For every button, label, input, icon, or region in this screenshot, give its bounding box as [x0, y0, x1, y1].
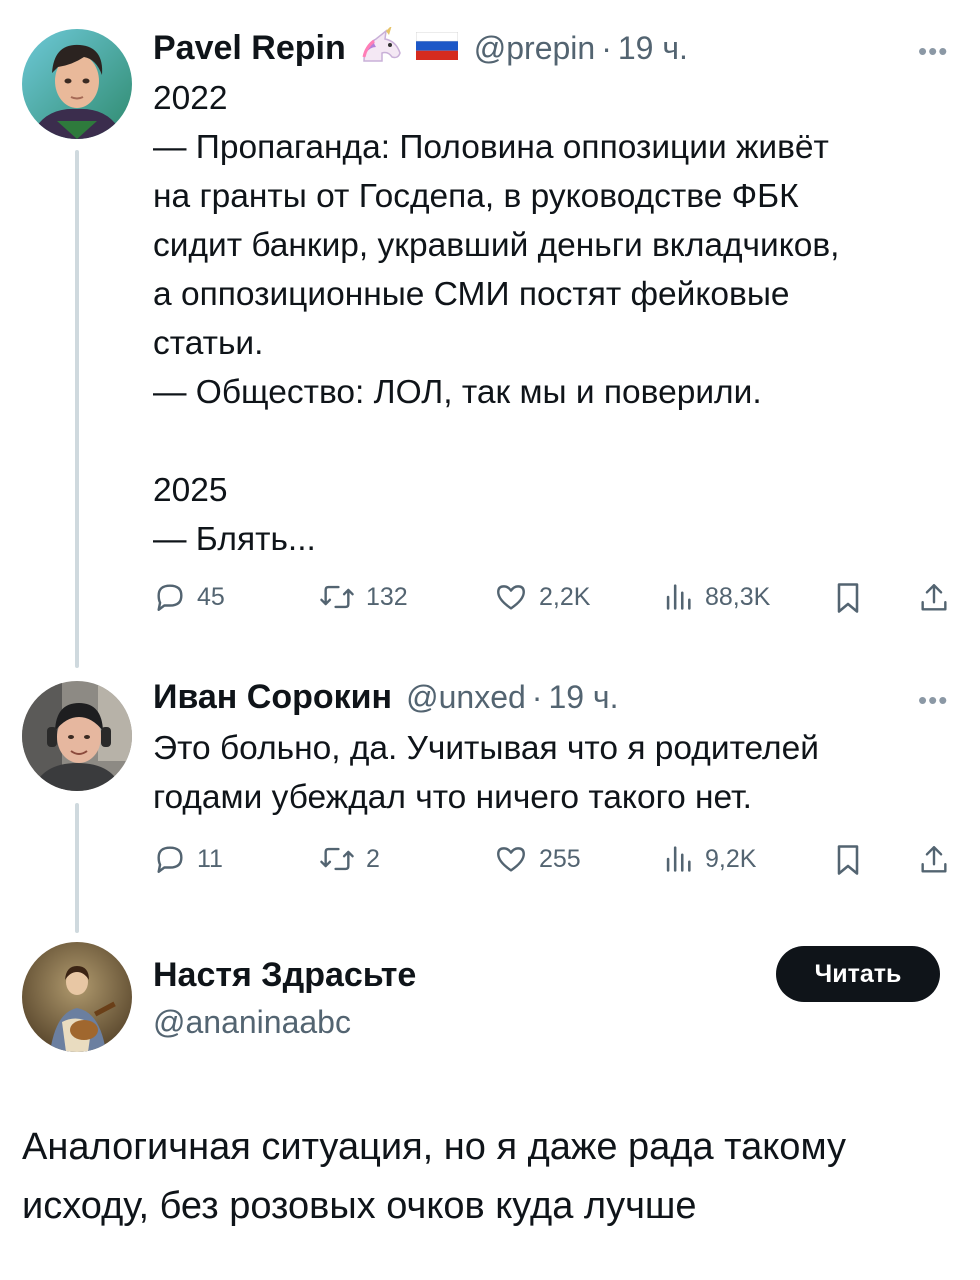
caption-line: исходу, без розовых очков куда лучше: [22, 1185, 697, 1227]
avatar-pavel-repin[interactable]: [22, 29, 132, 139]
profile-handle[interactable]: @ananinaabc: [153, 1004, 351, 1041]
views-count: 88,3K: [705, 582, 771, 611]
retweet-arrows-icon: [320, 847, 354, 871]
views-button[interactable]: 9,2K: [661, 842, 756, 876]
author-handle[interactable]: @prepin: [474, 30, 595, 67]
like-button[interactable]: 255: [493, 842, 581, 876]
more-dots-icon[interactable]: •••: [918, 687, 948, 713]
tweet-header: Иван Сорокин @unxed · 19 ч.: [153, 675, 618, 719]
retweet-count: 132: [366, 582, 408, 611]
author-handle[interactable]: @unxed: [406, 679, 526, 716]
reply-count: 45: [197, 582, 225, 611]
avatar-nastya[interactable]: [22, 942, 132, 1052]
tweet-text-line: а оппозиционные СМИ постят фейковые: [153, 276, 790, 313]
tweet-text-line: — Пропаганда: Половина оппозиции живёт: [153, 129, 829, 166]
profile-name-row: Настя Здрасьте: [153, 953, 416, 997]
tweet-actions: 45 132 2,2K 88,3K: [153, 580, 959, 620]
speech-bubble-icon: [157, 846, 183, 873]
caption-line: Аналогичная ситуация, но я даже рада так…: [22, 1126, 846, 1168]
thread-line: [75, 150, 79, 668]
bookmark-button[interactable]: [833, 842, 863, 878]
tweet-text-line: 2025: [153, 472, 228, 509]
author-name[interactable]: Pavel Repin: [153, 29, 346, 68]
share-button[interactable]: [917, 842, 951, 878]
tweet-text-line: статьи.: [153, 325, 264, 362]
heart-icon: [497, 847, 525, 872]
tweet-text-line: годами убеждал что ничего такого нет.: [153, 779, 752, 816]
tweet-time[interactable]: 19 ч.: [548, 679, 618, 716]
russian-flag-emoji-icon: [415, 31, 459, 65]
bookmark-button[interactable]: [833, 580, 863, 616]
tweet-header: Pavel Repin @prepin · 19 ч.: [153, 24, 688, 70]
views-button[interactable]: 88,3K: [661, 580, 770, 614]
bookmark-icon: [837, 583, 859, 613]
retweet-button[interactable]: 132: [318, 580, 408, 614]
bar-chart-icon: [666, 584, 691, 610]
retweet-count: 2: [366, 844, 380, 873]
like-count: 2,2K: [539, 582, 591, 611]
caption: Аналогичная ситуация, но я даже рада так…: [22, 1118, 846, 1236]
retweet-button[interactable]: 2: [318, 842, 380, 876]
author-name[interactable]: Иван Сорокин: [153, 678, 392, 717]
tweet-text-line: на гранты от Госдепа, в руководстве ФБК: [153, 178, 799, 215]
like-count: 255: [539, 844, 581, 873]
tweet-text-line: 2022: [153, 80, 228, 117]
bar-chart-icon: [666, 846, 691, 872]
share-upload-icon: [921, 846, 947, 873]
profile-handle-row: @ananinaabc: [153, 1000, 351, 1044]
tweet-text: Это больно, да. Учитывая что я родителей…: [153, 724, 819, 822]
unicorn-emoji-icon: [358, 24, 406, 70]
tweet-time[interactable]: 19 ч.: [618, 30, 688, 67]
speech-bubble-icon: [157, 584, 183, 611]
tweet-actions: 11 2 255 9,2K: [153, 842, 959, 882]
tweet-text-line: — Блять...: [153, 521, 316, 558]
tweet-text: 2022 — Пропаганда: Половина оппозиции жи…: [153, 74, 839, 564]
profile-name[interactable]: Настя Здрасьте: [153, 956, 416, 995]
reply-button[interactable]: 45: [153, 580, 225, 614]
tweet-text-line: — Общество: ЛОЛ, так мы и поверили.: [153, 374, 762, 411]
thread-line: [75, 803, 79, 933]
reply-count: 11: [197, 844, 223, 873]
more-dots-icon[interactable]: •••: [918, 38, 948, 64]
tweet-text-line: Это больно, да. Учитывая что я родителей: [153, 730, 819, 767]
retweet-arrows-icon: [320, 585, 354, 609]
header-separator: ·: [531, 678, 543, 715]
heart-icon: [497, 585, 525, 610]
share-upload-icon: [921, 584, 947, 611]
share-button[interactable]: [917, 580, 951, 616]
views-count: 9,2K: [705, 844, 757, 873]
bookmark-icon: [837, 845, 859, 875]
avatar-ivan-sorokin[interactable]: [22, 681, 132, 791]
tweet-text-line: сидит банкир, укравший деньги вкладчиков…: [153, 227, 840, 264]
like-button[interactable]: 2,2K: [493, 580, 590, 614]
header-separator: ·: [601, 29, 612, 66]
reply-button[interactable]: 11: [153, 842, 223, 876]
follow-button[interactable]: Читать: [776, 946, 940, 1002]
